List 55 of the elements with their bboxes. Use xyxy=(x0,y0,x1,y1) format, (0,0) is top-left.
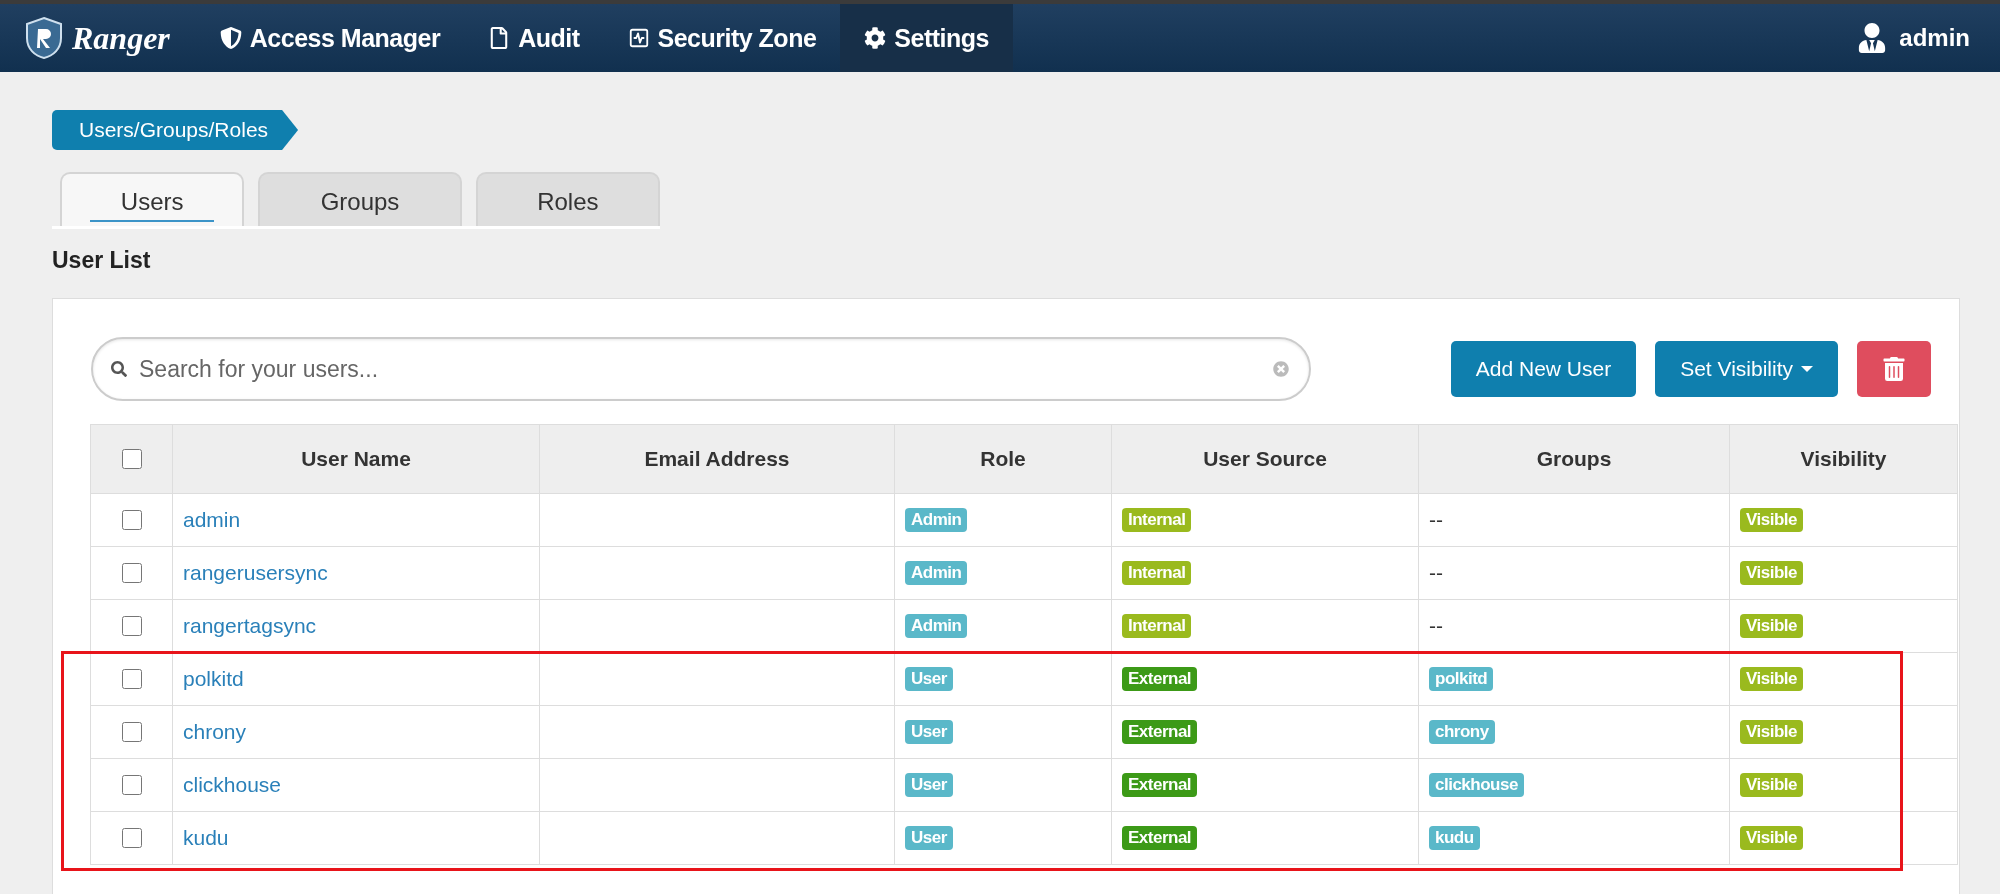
nav-item[interactable]: Audit xyxy=(464,4,604,72)
search-field[interactable]: Search for your users... xyxy=(91,337,1311,401)
visibility-badge: Visible xyxy=(1740,614,1803,638)
role-badge: User xyxy=(905,720,953,744)
visibility-badge: Visible xyxy=(1740,561,1803,585)
tab[interactable]: Roles xyxy=(475,172,660,226)
dropdown-button[interactable]: Set Visibility xyxy=(1655,341,1838,397)
visibility-badge: Visible xyxy=(1740,720,1803,744)
visibility-badge: Visible xyxy=(1740,773,1803,797)
user-name-link[interactable]: rangertagsync xyxy=(183,614,317,638)
table-cell: -- xyxy=(1429,508,1443,532)
user-source-badge: External xyxy=(1122,667,1198,691)
column-header: User Name xyxy=(172,424,540,494)
user-name-link[interactable]: kudu xyxy=(183,826,229,850)
user-name-link[interactable]: rangerusersync xyxy=(183,561,328,585)
user-name-link[interactable]: admin xyxy=(183,508,241,532)
user-source-badge: External xyxy=(1122,773,1198,797)
nav-item[interactable]: Settings xyxy=(840,4,1013,72)
brand-logo: Ranger xyxy=(72,19,170,57)
table-cell: -- xyxy=(1429,561,1443,585)
role-badge: Admin xyxy=(905,614,968,638)
user-menu[interactable]: admin xyxy=(1827,4,2000,72)
user-source-badge: Internal xyxy=(1122,614,1192,638)
tab[interactable]: Users xyxy=(60,172,245,226)
column-header: Groups xyxy=(1418,424,1730,494)
role-badge: User xyxy=(905,667,953,691)
group-badge: kudu xyxy=(1429,826,1480,850)
role-badge: Admin xyxy=(905,561,968,585)
column-header: Role xyxy=(894,424,1112,494)
group-badge: clickhouse xyxy=(1429,773,1524,797)
role-badge: User xyxy=(905,773,953,797)
role-badge: Admin xyxy=(905,508,968,532)
section-title: User List xyxy=(52,247,152,274)
visibility-badge: Visible xyxy=(1740,826,1803,850)
user-name-link[interactable]: clickhouse xyxy=(183,773,282,797)
column-header: Email Address xyxy=(539,424,895,494)
group-badge: chrony xyxy=(1429,720,1495,744)
column-header: Visibility xyxy=(1729,424,1958,494)
visibility-badge: Visible xyxy=(1740,508,1803,532)
visibility-badge: Visible xyxy=(1740,667,1803,691)
tab[interactable]: Groups xyxy=(258,172,462,226)
user-source-badge: External xyxy=(1122,826,1198,850)
action-button[interactable]: Add New User xyxy=(1450,341,1637,397)
group-badge: polkitd xyxy=(1429,667,1494,691)
column-header: User Source xyxy=(1111,424,1419,494)
breadcrumb[interactable]: Users/Groups/Roles xyxy=(52,110,299,150)
nav-item[interactable]: Security Zone xyxy=(603,4,841,72)
table-cell: -- xyxy=(1429,614,1443,638)
role-badge: User xyxy=(905,826,953,850)
user-source-badge: Internal xyxy=(1122,561,1192,585)
user-name-link[interactable]: chrony xyxy=(183,720,247,744)
user-name-link[interactable]: polkitd xyxy=(183,667,244,691)
user-source-badge: Internal xyxy=(1122,508,1192,532)
nav-item[interactable]: Access Manager xyxy=(195,4,465,72)
user-source-badge: External xyxy=(1122,720,1198,744)
